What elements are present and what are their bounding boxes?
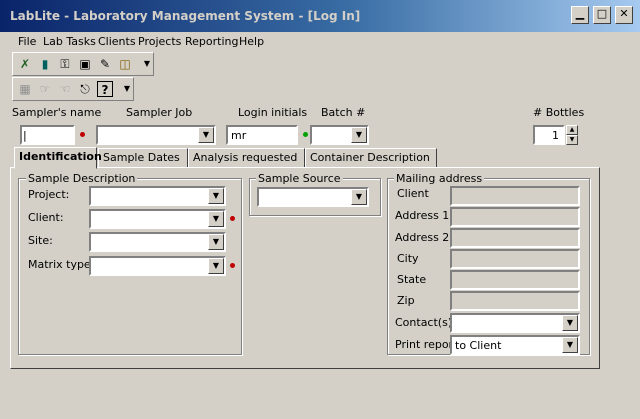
chevron-down-icon[interactable]: ▼ (351, 127, 367, 143)
pointer-icon: ☞ (39, 82, 51, 96)
required-marker (230, 216, 235, 221)
address1-field (450, 207, 580, 227)
address2-label: Address 2 (395, 231, 450, 244)
calendar-icon: ▦ (19, 82, 31, 96)
book-icon[interactable]: ▮ (37, 56, 53, 72)
zip-label: Zip (397, 294, 415, 307)
menu-help[interactable]: Help (239, 35, 264, 48)
sampler-name-label: Sampler's name (12, 106, 102, 119)
required-marker (230, 263, 235, 268)
state-label: State (397, 273, 427, 286)
matrix-type-select[interactable]: ▼ (89, 256, 226, 276)
mailing-address-title: Mailing address (394, 172, 485, 185)
sampler-job-select[interactable]: ▼ (96, 125, 216, 145)
spin-up-icon[interactable]: ▲ (566, 125, 578, 135)
tab-analysis-requested[interactable]: Analysis requested (188, 148, 305, 168)
spin-down-icon[interactable]: ▼ (566, 135, 578, 145)
state-field (450, 270, 580, 290)
print-report-label: Print report (395, 338, 458, 351)
menu-projects[interactable]: Projects (138, 35, 181, 48)
city-field (450, 249, 580, 269)
zip-field (450, 291, 580, 311)
exit-door-icon[interactable]: ⎋ (77, 81, 93, 97)
mailing-client-label: Client (397, 187, 429, 200)
login-initials-input[interactable]: mr (226, 125, 298, 145)
tab-sample-dates[interactable]: Sample Dates (98, 148, 188, 168)
project-label: Project: (28, 188, 70, 201)
sample-source-title: Sample Source (256, 172, 343, 185)
clipboard-icon[interactable]: ▣ (77, 56, 93, 72)
title-bar: LabLite - Laboratory Management System -… (0, 0, 640, 32)
required-marker (80, 132, 85, 137)
edit-icon[interactable]: ✎ (97, 56, 113, 72)
chevron-down-icon[interactable]: ▼ (208, 188, 224, 204)
window-title: LabLite - Laboratory Management System -… (10, 9, 361, 23)
tools-icon[interactable]: ✗ (17, 56, 33, 72)
chevron-down-icon[interactable]: ▼ (198, 127, 214, 143)
help-icon[interactable]: ? (97, 81, 113, 97)
batch-label: Batch # (321, 106, 366, 119)
chevron-down-icon[interactable]: ▼ (208, 258, 224, 274)
menu-lab-tasks[interactable]: Lab Tasks (43, 35, 96, 48)
bottles-label: # Bottles (533, 106, 585, 119)
address1-label: Address 1 (395, 209, 450, 222)
menu-file[interactable]: File (18, 35, 36, 48)
bottles-input[interactable]: 1 (533, 125, 565, 145)
optional-marker (303, 132, 308, 137)
secondary-toolbar: ▦ ☞ ☜ ⎋ ? ▼ (12, 77, 134, 101)
minimize-button[interactable]: ▁ (571, 6, 589, 24)
chevron-down-icon[interactable]: ▼ (562, 337, 578, 353)
address2-field (450, 228, 580, 248)
print-report-select[interactable]: to Client ▼ (450, 335, 580, 355)
main-toolbar: ✗ ▮ ⚿ ▣ ✎ ◫ ▼ (12, 52, 154, 76)
maximize-button[interactable]: □ (593, 6, 611, 24)
city-label: City (397, 252, 419, 265)
matrix-type-label: Matrix type: (28, 258, 95, 271)
contacts-label: Contact(s) (395, 316, 453, 329)
tab-identification[interactable]: Identification (14, 147, 102, 169)
close-button[interactable]: ✕ (615, 6, 633, 24)
sample-description-title: Sample Description (26, 172, 138, 185)
sampler-job-label: Sampler Job (126, 106, 193, 119)
hand-icon: ☜ (59, 82, 71, 96)
bottles-spinner[interactable]: ▲ ▼ (566, 125, 578, 145)
toolbar-overflow-icon-2[interactable]: ▼ (119, 81, 135, 97)
key-icon[interactable]: ⚿ (57, 56, 73, 72)
sampler-name-input[interactable]: | (20, 125, 75, 145)
contacts-select[interactable]: ▼ (450, 313, 580, 333)
chevron-down-icon[interactable]: ▼ (562, 315, 578, 331)
project-select[interactable]: ▼ (89, 186, 226, 206)
toolbar-overflow-icon[interactable]: ▼ (139, 56, 155, 72)
sample-source-select[interactable]: ▼ (257, 187, 369, 207)
menu-bar: File Lab Tasks Clients Projects Reportin… (0, 32, 640, 52)
chevron-down-icon[interactable]: ▼ (351, 189, 367, 205)
folders-icon[interactable]: ◫ (117, 56, 133, 72)
tab-container-description[interactable]: Container Description (305, 148, 437, 168)
login-initials-label: Login initials (238, 106, 308, 119)
menu-clients[interactable]: Clients (98, 35, 136, 48)
chevron-down-icon[interactable]: ▼ (208, 211, 224, 227)
client-label: Client: (28, 211, 64, 224)
menu-reporting[interactable]: Reporting (185, 35, 238, 48)
site-select[interactable]: ▼ (89, 232, 226, 252)
client-select[interactable]: ▼ (89, 209, 226, 229)
batch-select[interactable]: ▼ (310, 125, 369, 145)
chevron-down-icon[interactable]: ▼ (208, 234, 224, 250)
mailing-client-field (450, 186, 580, 206)
site-label: Site: (28, 234, 53, 247)
